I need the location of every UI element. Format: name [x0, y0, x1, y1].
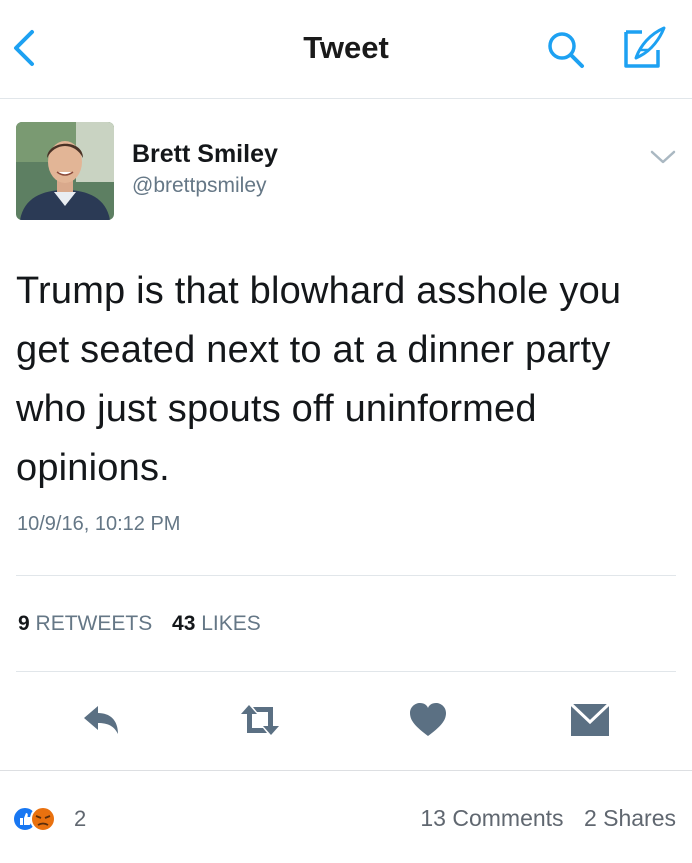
- tweet-text: Trump is that blowhard asshole you get s…: [16, 270, 622, 489]
- like-icon: [410, 703, 446, 736]
- navigation-bar: Tweet: [0, 0, 692, 99]
- likes-stat[interactable]: 43 LIKES: [172, 612, 261, 635]
- tweet-stats: 9 RETWEETS 43 LIKES: [18, 612, 275, 636]
- divider: [16, 671, 676, 672]
- shares-link[interactable]: 2 Shares: [584, 805, 676, 831]
- like-button[interactable]: [406, 700, 450, 740]
- profile-photo: [16, 122, 114, 220]
- tweet-timestamp: 10/9/16, 10:12 PM: [17, 513, 181, 535]
- likes-label: LIKES: [201, 612, 261, 635]
- search-button[interactable]: [544, 28, 588, 72]
- divider: [16, 575, 676, 576]
- reactions-count[interactable]: 2: [74, 806, 86, 832]
- page-title: Tweet: [303, 30, 389, 65]
- retweets-count: 9: [18, 612, 30, 635]
- author-name[interactable]: Brett Smiley: [132, 140, 278, 169]
- tweet-options-button[interactable]: [648, 146, 678, 168]
- compose-tweet-button[interactable]: [618, 24, 670, 74]
- direct-message-button[interactable]: [568, 700, 612, 740]
- facebook-links: 13 Comments 2 Shares: [406, 805, 676, 832]
- retweets-stat[interactable]: 9 RETWEETS: [18, 612, 152, 635]
- likes-count: 43: [172, 612, 196, 635]
- retweet-button[interactable]: [238, 700, 282, 740]
- chevron-down-icon: [650, 150, 676, 164]
- compose-icon: [624, 26, 666, 68]
- facebook-engagement-bar: 2 13 Comments 2 Shares: [0, 770, 692, 863]
- retweets-label: RETWEETS: [35, 612, 153, 635]
- comments-link[interactable]: 13 Comments: [420, 805, 563, 831]
- message-icon: [569, 702, 611, 736]
- reply-icon: [84, 706, 118, 734]
- like-reaction-icon: [12, 806, 56, 832]
- reply-button[interactable]: [80, 700, 124, 740]
- search-icon: [548, 32, 584, 68]
- avatar[interactable]: [16, 122, 114, 220]
- author-handle[interactable]: @brettpsmiley: [132, 174, 267, 198]
- retweet-icon: [241, 705, 279, 735]
